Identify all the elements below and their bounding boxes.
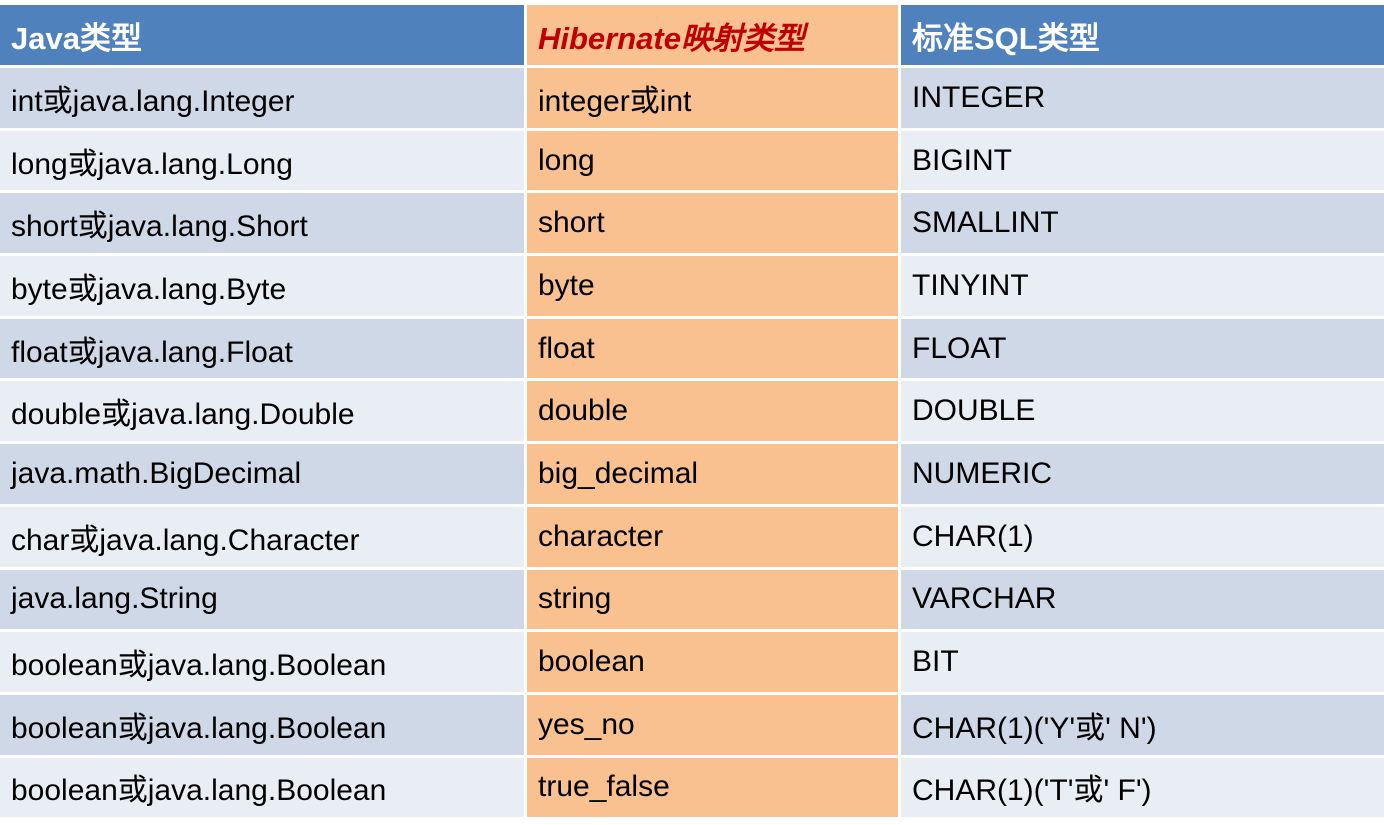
header-hibernate-type: Hibernate映射类型 — [527, 5, 901, 68]
header-java-type: Java类型 — [0, 5, 527, 68]
table-row: double或java.lang.Double double DOUBLE — [0, 381, 1384, 445]
cell-hibernate-type: byte — [527, 256, 901, 319]
cell-sql-type: NUMERIC — [901, 444, 1384, 507]
table-row: java.lang.String string VARCHAR — [0, 569, 1384, 633]
cell-hibernate-type: true_false — [527, 757, 901, 821]
table-row: int或java.lang.Integer integer或int INTEGE… — [0, 68, 1384, 131]
cell-sql-type: VARCHAR — [901, 569, 1384, 633]
header-sql-type: 标准SQL类型 — [901, 5, 1384, 68]
cell-sql-type: CHAR(1)('Y'或' N') — [901, 694, 1384, 758]
table-row: byte或java.lang.Byte byte TINYINT — [0, 256, 1384, 319]
cell-java-type: int或java.lang.Integer — [0, 68, 527, 131]
cell-hibernate-type: string — [527, 569, 901, 633]
cell-java-type: java.math.BigDecimal — [0, 444, 527, 507]
cell-sql-type: SMALLINT — [901, 193, 1384, 257]
cell-hibernate-type: big_decimal — [527, 444, 901, 507]
cell-sql-type: CHAR(1)('T'或' F') — [901, 757, 1384, 821]
cell-java-type: float或java.lang.Float — [0, 318, 527, 382]
cell-hibernate-type: integer或int — [527, 68, 901, 131]
cell-hibernate-type: float — [527, 318, 901, 382]
cell-sql-type: CHAR(1) — [901, 506, 1384, 570]
cell-java-type: short或java.lang.Short — [0, 193, 527, 257]
cell-java-type: byte或java.lang.Byte — [0, 256, 527, 319]
cell-sql-type: BIT — [901, 632, 1384, 695]
table-body: int或java.lang.Integer integer或int INTEGE… — [0, 68, 1384, 821]
cell-java-type: char或java.lang.Character — [0, 506, 527, 570]
type-mapping-table-container: Java类型 Hibernate映射类型 标准SQL类型 int或java.la… — [0, 0, 1384, 825]
table-row: char或java.lang.Character character CHAR(… — [0, 506, 1384, 570]
cell-hibernate-type: long — [527, 130, 901, 194]
table-row: java.math.BigDecimal big_decimal NUMERIC — [0, 444, 1384, 507]
table-row: short或java.lang.Short short SMALLINT — [0, 193, 1384, 257]
cell-sql-type: BIGINT — [901, 130, 1384, 194]
table-row: float或java.lang.Float float FLOAT — [0, 318, 1384, 382]
cell-sql-type: DOUBLE — [901, 381, 1384, 445]
table-header-row: Java类型 Hibernate映射类型 标准SQL类型 — [0, 5, 1384, 68]
cell-java-type: java.lang.String — [0, 569, 527, 633]
cell-java-type: boolean或java.lang.Boolean — [0, 757, 527, 821]
cell-hibernate-type: double — [527, 381, 901, 445]
cell-java-type: boolean或java.lang.Boolean — [0, 632, 527, 695]
table-row: long或java.lang.Long long BIGINT — [0, 130, 1384, 194]
type-mapping-table: Java类型 Hibernate映射类型 标准SQL类型 int或java.la… — [0, 5, 1384, 821]
cell-sql-type: TINYINT — [901, 256, 1384, 319]
cell-hibernate-type: short — [527, 193, 901, 257]
table-row: boolean或java.lang.Boolean yes_no CHAR(1)… — [0, 694, 1384, 758]
cell-hibernate-type: character — [527, 506, 901, 570]
cell-java-type: long或java.lang.Long — [0, 130, 527, 194]
cell-hibernate-type: boolean — [527, 632, 901, 695]
cell-java-type: double或java.lang.Double — [0, 381, 527, 445]
cell-sql-type: INTEGER — [901, 68, 1384, 131]
cell-hibernate-type: yes_no — [527, 694, 901, 758]
cell-sql-type: FLOAT — [901, 318, 1384, 382]
cell-java-type: boolean或java.lang.Boolean — [0, 694, 527, 758]
table-row: boolean或java.lang.Boolean true_false CHA… — [0, 757, 1384, 821]
table-row: boolean或java.lang.Boolean boolean BIT — [0, 632, 1384, 695]
